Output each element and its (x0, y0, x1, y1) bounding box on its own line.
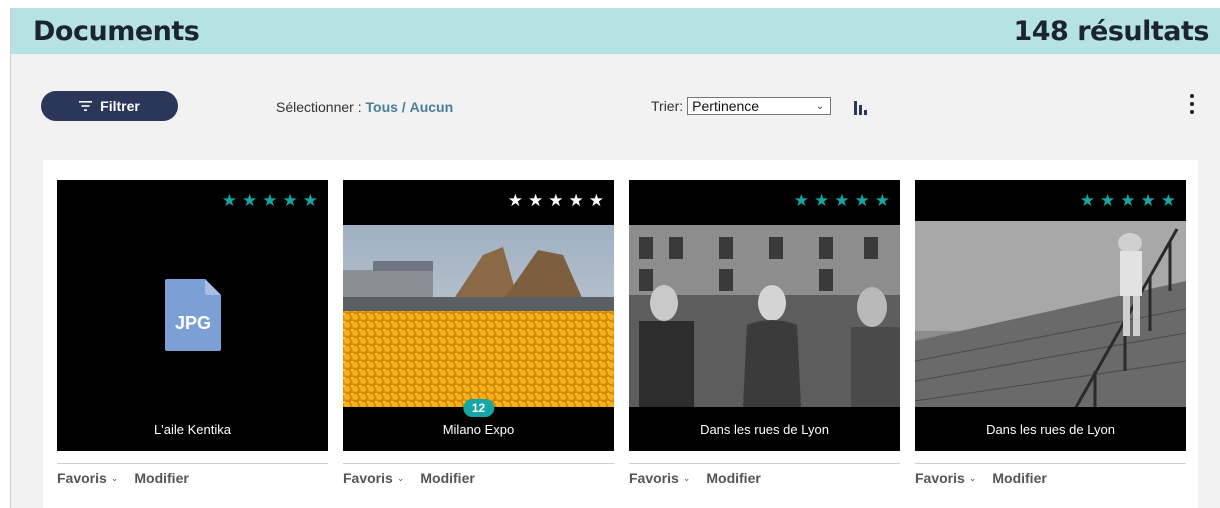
star-icon[interactable]: ★ (875, 192, 890, 209)
document-card[interactable]: ★ ★ ★ ★ ★ (915, 180, 1186, 486)
sort-label: Trier: (651, 98, 684, 114)
favorites-label: Favoris (343, 470, 393, 486)
star-icon[interactable]: ★ (814, 192, 829, 209)
favorites-label: Favoris (629, 470, 679, 486)
favorites-dropdown[interactable]: Favoris ⌄ (343, 470, 404, 486)
star-icon[interactable]: ★ (242, 192, 257, 209)
sort-controls: Trier: Pertinence ⌄ (651, 97, 832, 115)
select-none-link[interactable]: Aucun (410, 99, 454, 115)
rating-stars[interactable]: ★ ★ ★ ★ ★ (508, 192, 604, 209)
select-all-link[interactable]: Tous (366, 99, 398, 115)
star-icon[interactable]: ★ (1080, 192, 1095, 209)
sort-select[interactable]: Pertinence ⌄ (687, 97, 832, 115)
star-icon[interactable]: ★ (283, 192, 298, 209)
star-icon[interactable]: ★ (794, 192, 809, 209)
result-count: 148 résultats (1013, 16, 1209, 47)
card-actions: Favoris ⌄ Modifier (343, 470, 614, 486)
card-caption: L'aile Kentika (57, 407, 328, 451)
star-icon[interactable]: ★ (855, 192, 870, 209)
photo-milano-expo (343, 225, 614, 407)
favorites-label: Favoris (915, 470, 965, 486)
card-thumbnail[interactable]: ★ ★ ★ ★ ★ JPG L'aile Kentika (57, 180, 328, 451)
card-divider (343, 463, 614, 464)
select-label: Sélectionner : (276, 99, 362, 115)
card-actions: Favoris ⌄ Modifier (915, 470, 1186, 486)
star-icon[interactable]: ★ (834, 192, 849, 209)
selection-controls: Sélectionner : Tous / Aucun (276, 99, 453, 115)
filter-button[interactable]: Filtrer (41, 91, 178, 121)
document-card[interactable]: ★ ★ ★ ★ ★ (629, 180, 900, 486)
star-icon[interactable]: ★ (508, 192, 523, 209)
chevron-down-icon: ⌄ (815, 100, 825, 112)
chevron-down-icon: ⌄ (110, 472, 119, 483)
select-separator: / (401, 99, 406, 115)
star-icon[interactable]: ★ (528, 192, 543, 209)
filter-icon (79, 101, 93, 111)
filter-button-label: Filtrer (100, 98, 140, 114)
card-caption: Dans les rues de Lyon (915, 407, 1186, 451)
star-icon[interactable]: ★ (1161, 192, 1176, 209)
document-card[interactable]: ★ ★ ★ ★ ★ (343, 180, 614, 486)
star-icon[interactable]: ★ (222, 192, 237, 209)
edit-link[interactable]: Modifier (420, 470, 474, 486)
page-title: Documents (33, 16, 200, 47)
photo-lyon-mannequins (629, 225, 900, 407)
card-thumbnail[interactable]: ★ ★ ★ ★ ★ (629, 180, 900, 451)
chevron-down-icon: ⌄ (396, 472, 405, 483)
edit-link[interactable]: Modifier (134, 470, 188, 486)
star-icon[interactable]: ★ (569, 192, 584, 209)
star-icon[interactable]: ★ (1141, 192, 1156, 209)
bar-chart-icon[interactable] (853, 100, 869, 116)
favorites-dropdown[interactable]: Favoris ⌄ (915, 470, 976, 486)
chevron-down-icon: ⌄ (682, 472, 691, 483)
card-thumbnail[interactable]: ★ ★ ★ ★ ★ (915, 180, 1186, 451)
chevron-down-icon: ⌄ (968, 472, 977, 483)
rating-stars[interactable]: ★ ★ ★ ★ ★ (222, 192, 318, 209)
results-panel: ★ ★ ★ ★ ★ JPG L'aile Kentika Favoris ⌄ Modifi… (43, 160, 1198, 508)
edit-link[interactable]: Modifier (992, 470, 1046, 486)
jpg-file-icon: JPG (165, 279, 221, 351)
card-thumbnail[interactable]: ★ ★ ★ ★ ★ (343, 180, 614, 451)
more-options-icon[interactable] (1189, 94, 1195, 114)
card-divider (915, 463, 1186, 464)
favorites-dropdown[interactable]: Favoris ⌄ (57, 470, 118, 486)
document-card[interactable]: ★ ★ ★ ★ ★ JPG L'aile Kentika Favoris ⌄ Modifi… (57, 180, 328, 486)
rating-stars[interactable]: ★ ★ ★ ★ ★ (1080, 192, 1176, 209)
star-icon[interactable]: ★ (262, 192, 277, 209)
card-caption: Dans les rues de Lyon (629, 407, 900, 451)
card-divider (57, 463, 328, 464)
star-icon[interactable]: ★ (548, 192, 563, 209)
card-actions: Favoris ⌄ Modifier (57, 470, 328, 486)
app-frame: Documents 148 résultats Filtrer Sélectio… (10, 8, 1220, 508)
rating-stars[interactable]: ★ ★ ★ ★ ★ (794, 192, 890, 209)
star-icon[interactable]: ★ (303, 192, 318, 209)
photo-lyon-pier (915, 221, 1186, 409)
sort-value: Pertinence (692, 98, 760, 114)
page-header: Documents 148 résultats (11, 8, 1220, 54)
file-type-label: JPG (175, 313, 211, 333)
star-icon[interactable]: ★ (1120, 192, 1135, 209)
card-actions: Favoris ⌄ Modifier (629, 470, 900, 486)
count-badge: 12 (462, 399, 495, 417)
edit-link[interactable]: Modifier (706, 470, 760, 486)
favorites-label: Favoris (57, 470, 107, 486)
star-icon[interactable]: ★ (589, 192, 604, 209)
star-icon[interactable]: ★ (1100, 192, 1115, 209)
card-divider (629, 463, 900, 464)
favorites-dropdown[interactable]: Favoris ⌄ (629, 470, 690, 486)
